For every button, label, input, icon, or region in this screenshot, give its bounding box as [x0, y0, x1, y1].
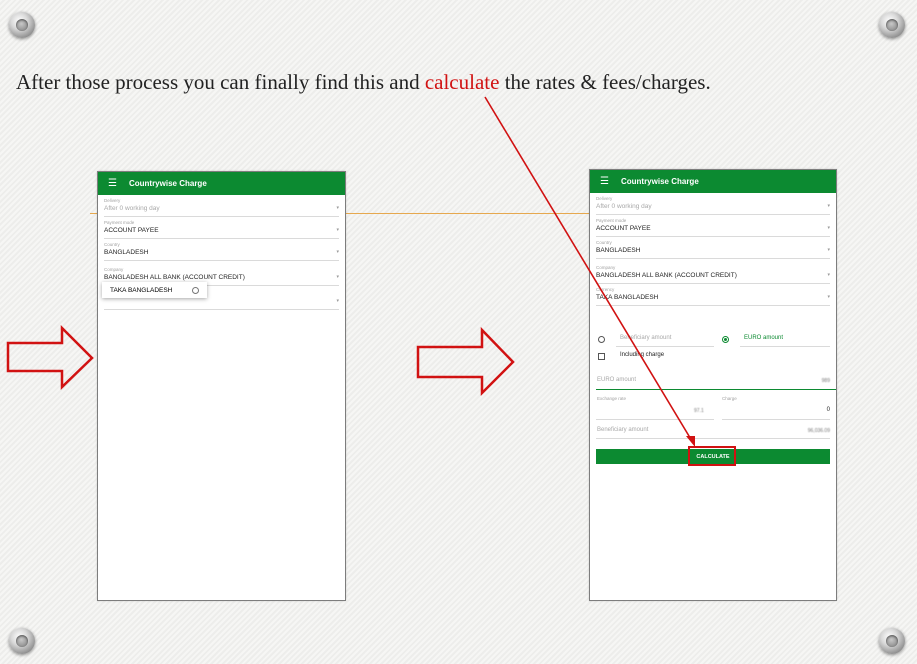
right-arrow-icon: [6, 324, 94, 390]
right-arrow-icon: [416, 326, 515, 397]
pointer-arrow: [484, 96, 695, 447]
annotation-overlay: [6, 96, 695, 447]
